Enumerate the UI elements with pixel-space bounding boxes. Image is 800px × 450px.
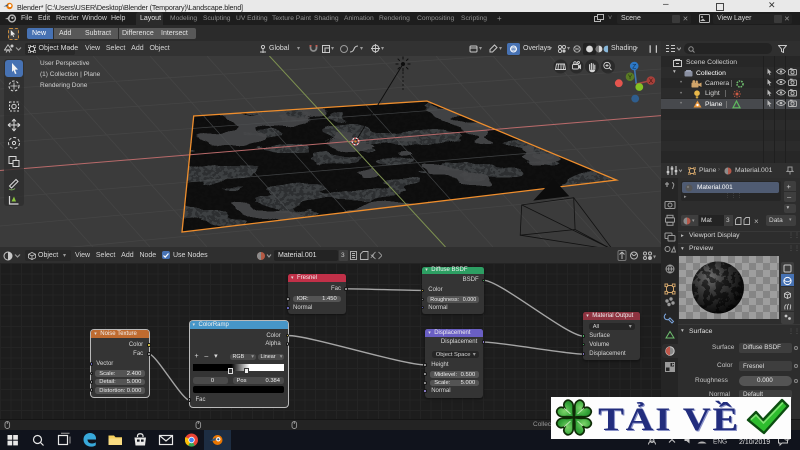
- svg-text:Z: Z: [632, 64, 636, 71]
- svg-text:Y: Y: [628, 74, 633, 81]
- svg-text:ENG: ENG: [713, 439, 727, 446]
- svg-text:X: X: [649, 78, 654, 85]
- svg-text:▾: ▾: [653, 255, 656, 261]
- svg-text:2/10/2019: 2/10/2019: [739, 439, 770, 446]
- svg-text:×: ×: [754, 217, 759, 225]
- svg-text:×: ×: [370, 252, 375, 260]
